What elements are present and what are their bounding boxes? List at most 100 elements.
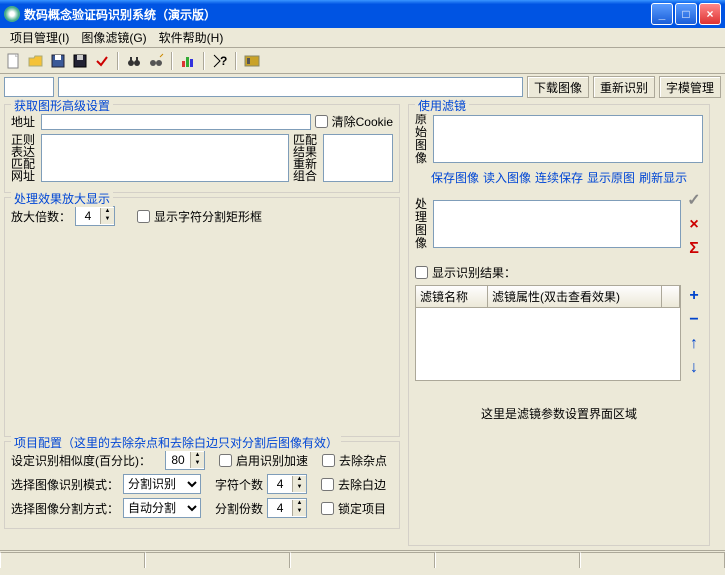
download-button[interactable]: 下载图像 <box>527 76 589 98</box>
similarity-value[interactable] <box>166 452 190 468</box>
regex-label: 正则 表达 匹配 网址 <box>11 134 37 182</box>
th-name[interactable]: 滤镜名称 <box>416 286 488 308</box>
spin-down-icon[interactable]: ▼ <box>292 508 306 516</box>
group-project-legend: 项目配置（这里的去除杂点和去除白边只对分割后图像有效） <box>11 434 341 451</box>
th-spacer <box>662 286 680 308</box>
spin-up-icon[interactable]: ▲ <box>190 452 204 460</box>
sigma-icon[interactable]: Σ <box>689 240 699 258</box>
accel-checkbox[interactable] <box>219 454 232 467</box>
spin-up-icon[interactable]: ▲ <box>100 208 114 216</box>
status-cell <box>580 552 725 568</box>
show-result-checkbox[interactable] <box>415 266 428 279</box>
parts-value[interactable] <box>268 500 292 516</box>
move-up-icon[interactable]: ↑ <box>690 335 698 353</box>
cont-save-link[interactable]: 连续保存 <box>535 169 583 186</box>
open-icon[interactable] <box>26 51 46 71</box>
check-icon[interactable] <box>92 51 112 71</box>
new-icon[interactable] <box>4 51 24 71</box>
mode-select[interactable]: 分割识别 <box>123 474 201 494</box>
url-prefix-input[interactable] <box>4 77 54 97</box>
orig-label: 原 始 图 像 <box>415 113 429 165</box>
add-filter-icon[interactable]: + <box>689 287 698 305</box>
show-result-label: 显示识别结果： <box>432 264 516 281</box>
group-filter-legend: 使用滤镜 <box>415 97 469 114</box>
spin-down-icon[interactable]: ▼ <box>190 460 204 468</box>
filter-table[interactable]: 滤镜名称 滤镜属性(双击查看效果) <box>415 285 681 381</box>
lock-checkbox[interactable] <box>321 502 334 515</box>
spin-up-icon[interactable]: ▲ <box>292 476 306 484</box>
show-orig-link[interactable]: 显示原图 <box>587 169 635 186</box>
regex-textarea[interactable] <box>41 134 289 182</box>
svg-text:?: ? <box>220 54 227 68</box>
zoom-label: 放大倍数： <box>11 208 71 225</box>
filter-table-body[interactable] <box>416 308 680 380</box>
mode-label: 选择图像识别模式： <box>11 476 119 493</box>
rerecognize-button[interactable]: 重新识别 <box>593 76 655 98</box>
tool-icon[interactable] <box>242 51 262 71</box>
binoculars-icon[interactable] <box>124 51 144 71</box>
status-cell <box>145 552 290 568</box>
save2-icon[interactable] <box>70 51 90 71</box>
param-hint: 这里是滤镜参数设置界面区域 <box>481 407 637 421</box>
split-label: 选择图像分割方式： <box>11 500 119 517</box>
minimize-button[interactable]: _ <box>651 3 673 25</box>
orig-image-preview <box>433 115 703 163</box>
status-cell <box>290 552 435 568</box>
th-attr[interactable]: 滤镜属性(双击查看效果) <box>488 286 662 308</box>
clear-cookie-label: 清除Cookie <box>332 113 393 130</box>
fontmgr-button[interactable]: 字模管理 <box>659 76 721 98</box>
close-button[interactable]: × <box>699 3 721 25</box>
clear-cookie-checkbox[interactable] <box>315 115 328 128</box>
parts-label: 分割份数 <box>215 500 263 517</box>
chart-icon[interactable] <box>178 51 198 71</box>
save-img-link[interactable]: 保存图像 <box>431 169 479 186</box>
spin-down-icon[interactable]: ▼ <box>100 216 114 224</box>
addr-input[interactable] <box>41 114 311 130</box>
noise-label: 去除杂点 <box>339 452 387 469</box>
group-zoom-legend: 处理效果放大显示 <box>11 190 113 207</box>
similarity-spinner[interactable]: ▲▼ <box>165 450 205 470</box>
refresh-link[interactable]: 刷新显示 <box>639 169 687 186</box>
menu-filter[interactable]: 图像滤镜(G) <box>75 27 152 48</box>
cancel-icon[interactable]: × <box>689 216 698 234</box>
zoom-spinner[interactable]: ▲▼ <box>75 206 115 226</box>
similarity-label: 设定识别相似度(百分比)： <box>11 452 161 469</box>
accel-label: 启用识别加速 <box>236 452 308 469</box>
chars-spinner[interactable]: ▲▼ <box>267 474 307 494</box>
group-capture-legend: 获取图形高级设置 <box>11 97 113 114</box>
binoculars2-icon[interactable] <box>146 51 166 71</box>
group-capture: 获取图形高级设置 地址 清除Cookie 正则 表达 匹配 网址 匹配 结果 重… <box>4 104 400 193</box>
maximize-button[interactable]: □ <box>675 3 697 25</box>
match-label: 匹配 结果 重新 组合 <box>293 134 319 182</box>
spin-down-icon[interactable]: ▼ <box>292 484 306 492</box>
menu-project[interactable]: 项目管理(I) <box>4 27 75 48</box>
trim-checkbox[interactable] <box>321 478 334 491</box>
lock-label: 锁定项目 <box>338 500 386 517</box>
param-area: 这里是滤镜参数设置界面区域 <box>415 381 703 446</box>
group-zoom: 处理效果放大显示 放大倍数： ▲▼ 显示字符分割矩形框 <box>4 197 400 437</box>
split-select[interactable]: 自动分割 <box>123 498 201 518</box>
menu-help[interactable]: 软件帮助(H) <box>153 27 230 48</box>
window-title: 数码概念验证码识别系统（演示版） <box>24 6 651 23</box>
parts-spinner[interactable]: ▲▼ <box>267 498 307 518</box>
help-icon[interactable]: ? <box>210 51 230 71</box>
move-down-icon[interactable]: ↓ <box>690 359 698 377</box>
trim-label: 去除白边 <box>338 476 386 493</box>
status-cell <box>0 552 145 568</box>
remove-filter-icon[interactable]: − <box>689 311 698 329</box>
show-rect-checkbox[interactable] <box>137 210 150 223</box>
statusbar <box>0 550 725 568</box>
chars-label: 字符个数 <box>215 476 263 493</box>
proc-image-preview <box>433 200 681 248</box>
spin-up-icon[interactable]: ▲ <box>292 500 306 508</box>
zoom-value[interactable] <box>76 208 100 224</box>
url-input[interactable] <box>58 77 523 97</box>
group-filter: 使用滤镜 原 始 图 像 保存图像 读入图像 连续保存 显示原图 刷新显示 处 … <box>408 104 710 546</box>
show-rect-label: 显示字符分割矩形框 <box>154 208 262 225</box>
chars-value[interactable] <box>268 476 292 492</box>
load-img-link[interactable]: 读入图像 <box>483 169 531 186</box>
noise-checkbox[interactable] <box>322 454 335 467</box>
apply-icon[interactable]: ✓ <box>687 190 700 210</box>
match-textarea[interactable] <box>323 134 393 182</box>
save-icon[interactable] <box>48 51 68 71</box>
